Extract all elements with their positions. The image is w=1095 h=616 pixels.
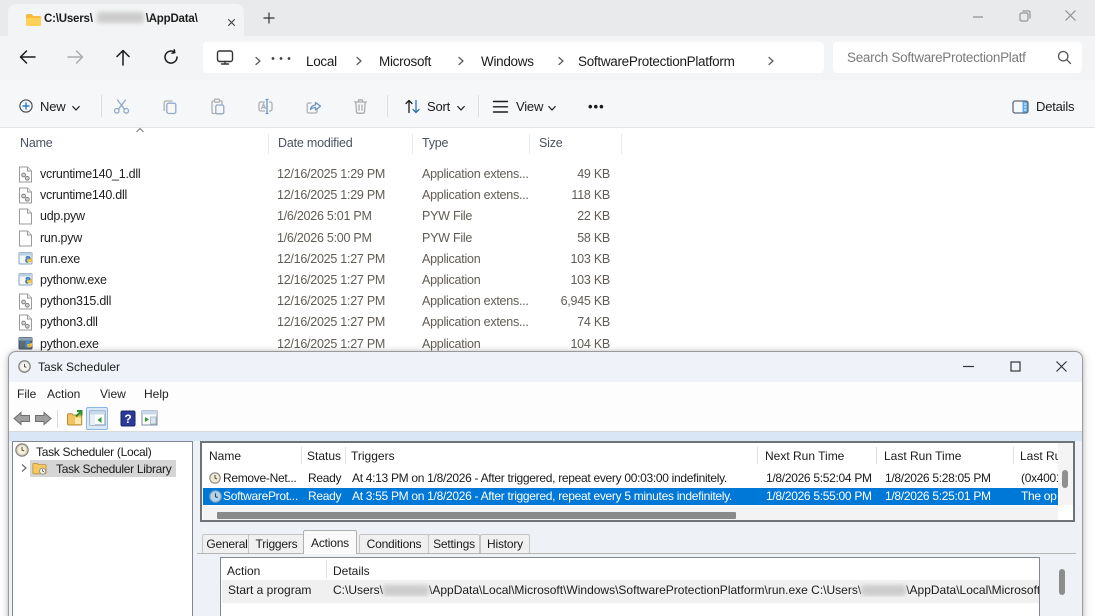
svg-text:?: ?	[124, 412, 131, 426]
